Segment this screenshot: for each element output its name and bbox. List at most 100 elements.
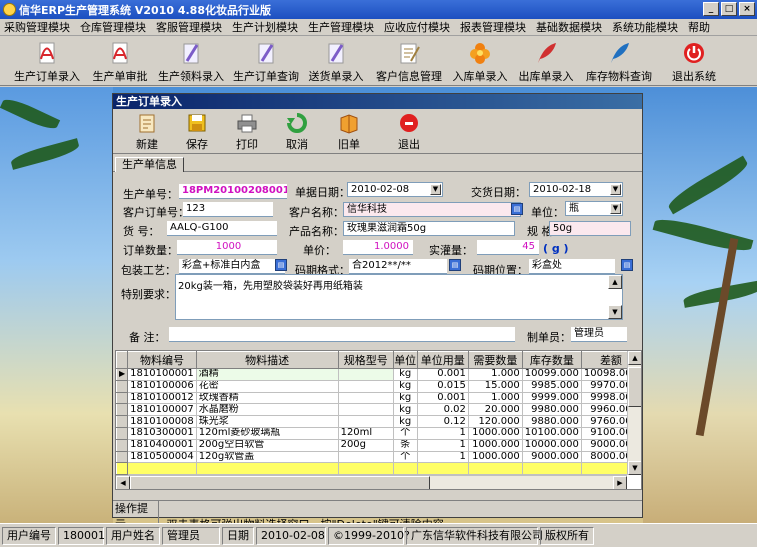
fill-label: 实灌量：: [429, 244, 473, 257]
menu-ar-ap[interactable]: 应收应付模块: [384, 19, 450, 35]
col-unit[interactable]: 单位: [392, 351, 418, 369]
delivery-date-field[interactable]: 2010-02-18 ▼: [529, 182, 623, 197]
cancel-button[interactable]: 取消: [275, 112, 319, 152]
col-stock-qty[interactable]: 库存数量: [521, 351, 582, 369]
row-pointer-icon: ▶: [116, 368, 129, 381]
pack-field[interactable]: 彩盒+标准白内盒: [179, 259, 285, 274]
quill-icon: [611, 43, 629, 63]
col-spec[interactable]: 规格型号: [337, 351, 394, 369]
remark-field[interactable]: [169, 327, 515, 342]
picker-icon[interactable]: ▤: [275, 259, 287, 271]
toolbar-production-order-entry[interactable]: 生产订单录入: [8, 38, 86, 84]
menu-service[interactable]: 客服管理模块: [156, 19, 222, 35]
col-unit-usage[interactable]: 单位用量: [416, 351, 469, 369]
fill-unit: ( g ): [543, 242, 569, 255]
table-row[interactable]: 1810100006 花密 kg 0.015 15.000 9985.000 9970.00…: [116, 379, 641, 393]
grid-horizontal-scrollbar[interactable]: ◀ ▶: [116, 475, 627, 489]
qty-field[interactable]: 1000: [177, 240, 277, 255]
date-value: 2010-02-08: [256, 526, 326, 545]
exit-button[interactable]: 退出: [387, 112, 431, 152]
pdf-icon: [112, 42, 128, 64]
user-name-value: 管理员: [162, 526, 220, 545]
fill-field[interactable]: 45: [477, 240, 539, 255]
menu-help[interactable]: 帮助: [688, 19, 710, 35]
status-bar: 用户编号 180001 用户姓名 管理员 日期 2010-02-08 ©1999…: [0, 523, 757, 547]
unit-select[interactable]: 瓶 ▼: [565, 201, 623, 216]
maker-label: 制单员：: [527, 331, 571, 344]
table-row[interactable]: 1810300001 120ml菱砂玻璃瓶 120ml 个 1 1000.000 10100…: [116, 426, 641, 440]
print-button[interactable]: 打印: [225, 112, 269, 152]
new-doc-icon: [139, 114, 155, 133]
exit-icon: [400, 114, 418, 132]
scroll-down-icon[interactable]: ▼: [608, 305, 622, 319]
toolbar-production-approval[interactable]: 生产单审批: [88, 38, 152, 84]
doc-date-field[interactable]: 2010-02-08 ▼: [347, 182, 443, 197]
menu-base-data[interactable]: 基础数据模块: [536, 19, 602, 35]
picker-icon[interactable]: ▤: [449, 259, 461, 271]
menu-production[interactable]: 生产管理模块: [308, 19, 374, 35]
chevron-down-icon[interactable]: ▼: [610, 184, 621, 195]
toolbar-stock-out-entry[interactable]: 出库单录入: [516, 38, 576, 84]
save-button[interactable]: 保存: [175, 112, 219, 152]
menu-system[interactable]: 系统功能模块: [612, 19, 678, 35]
code-format-field[interactable]: 合2012**/**: [349, 259, 447, 274]
feather-doc-icon: [328, 43, 344, 64]
scroll-right-icon[interactable]: ▶: [613, 476, 627, 489]
table-row[interactable]: 1810100008 珠光浆 kg 0.12 120.000 9880.000 9760.0…: [116, 415, 641, 428]
toolbar-delivery-entry[interactable]: 送货单录入: [304, 38, 368, 84]
scroll-left-icon[interactable]: ◀: [116, 476, 130, 489]
new-button[interactable]: 新建: [125, 112, 169, 152]
toolbar-exit-system[interactable]: 退出系统: [666, 38, 722, 84]
maximize-button[interactable]: □: [721, 2, 737, 16]
scroll-up-icon[interactable]: ▲: [608, 275, 622, 289]
scroll-thumb[interactable]: [130, 476, 430, 489]
production-order-window: 生产订单录入 新建 保存 打印 取消 旧单 退出 生产单信息 生产单号： 18P…: [112, 93, 643, 533]
menu-reports[interactable]: 报表管理模块: [460, 19, 526, 35]
table-row[interactable]: 1810100007 水晶磨粉 kg 0.02 20.000 9980.000 9960.0…: [116, 403, 641, 417]
menu-plan[interactable]: 生产计划模块: [232, 19, 298, 35]
picker-icon[interactable]: ▤: [511, 203, 523, 215]
item-no-field[interactable]: AALQ-G100: [167, 221, 277, 236]
scroll-up-icon[interactable]: ▲: [628, 351, 641, 365]
grid-vertical-scrollbar[interactable]: ▲ ▼: [627, 351, 641, 475]
materials-grid[interactable]: 物料编号 物料描述 规格型号 单位 单位用量 需要数量 库存数量 差额 ▶ 181…: [115, 350, 642, 490]
toolbar-material-issue-entry[interactable]: 生产领料录入: [154, 38, 228, 84]
chevron-down-icon[interactable]: ▼: [610, 203, 621, 214]
picker-icon[interactable]: ▤: [621, 259, 633, 271]
table-row[interactable]: 1810100012 玫瑰香精 kg 0.001 1.000 9999.000 9998.0…: [116, 391, 641, 405]
code-position-field[interactable]: 彩盒处: [529, 259, 615, 274]
toolbar-production-order-query[interactable]: 生产订单查询: [232, 38, 300, 84]
table-row[interactable]: 1810500004 120g软管盖个 1 1000.000 9000.000 8000.…: [116, 450, 641, 464]
toolbar-customer-info[interactable]: 客户信息管理: [372, 38, 446, 84]
minimize-button[interactable]: _: [703, 2, 719, 16]
child-toolbar: 新建 保存 打印 取消 旧单 退出: [113, 110, 642, 154]
menu-warehouse[interactable]: 仓库管理模块: [80, 19, 146, 35]
cust-order-field[interactable]: 123: [183, 202, 273, 217]
table-row[interactable]: ▶ 1810100001 酒精 kg 0.001 1.000 10099.000 10098.…: [116, 368, 641, 381]
tab-order-info[interactable]: 生产单信息: [115, 157, 184, 172]
scroll-thumb[interactable]: [628, 367, 641, 407]
window-titlebar: 信华ERP生产管理系统 V2010 4.88化妆品行业版 _ □ ×: [0, 0, 757, 19]
window-title: 信华ERP生产管理系统 V2010 4.88化妆品行业版: [19, 3, 271, 17]
col-material-no[interactable]: 物料编号: [127, 351, 197, 369]
table-row[interactable]: 1810400001 200g空白软管 200g 条 1 1000.000 10000.00…: [116, 438, 641, 452]
edit-doc-icon: [400, 43, 420, 64]
special-textarea[interactable]: 20kg装一箱，先用塑胶袋装好再用纸箱装 ▲ ▼: [175, 274, 623, 320]
old-order-button[interactable]: 旧单: [327, 112, 371, 152]
price-field[interactable]: 1.0000: [343, 240, 413, 255]
toolbar-inventory-query[interactable]: 库存物料查询: [582, 38, 656, 84]
cust-name-field[interactable]: 信华科技: [343, 202, 521, 217]
chevron-down-icon[interactable]: ▼: [430, 184, 441, 195]
menu-purchase[interactable]: 采购管理模块: [4, 19, 70, 35]
product-field[interactable]: 玫瑰果滋润霜50g: [343, 221, 515, 236]
order-no-field[interactable]: 18PM20100208001: [179, 184, 287, 199]
app-icon: [3, 3, 16, 16]
user-no-label: 用户编号: [2, 526, 56, 545]
toolbar-stock-in-entry[interactable]: 入库单录入: [450, 38, 510, 84]
col-required-qty[interactable]: 需要数量: [467, 351, 523, 369]
spec-field[interactable]: 50g: [549, 221, 631, 236]
copyright: ©1999-2010?: [328, 526, 410, 545]
col-description[interactable]: 物料描述: [195, 351, 339, 369]
close-button[interactable]: ×: [739, 2, 755, 16]
scroll-down-icon[interactable]: ▼: [628, 461, 641, 475]
